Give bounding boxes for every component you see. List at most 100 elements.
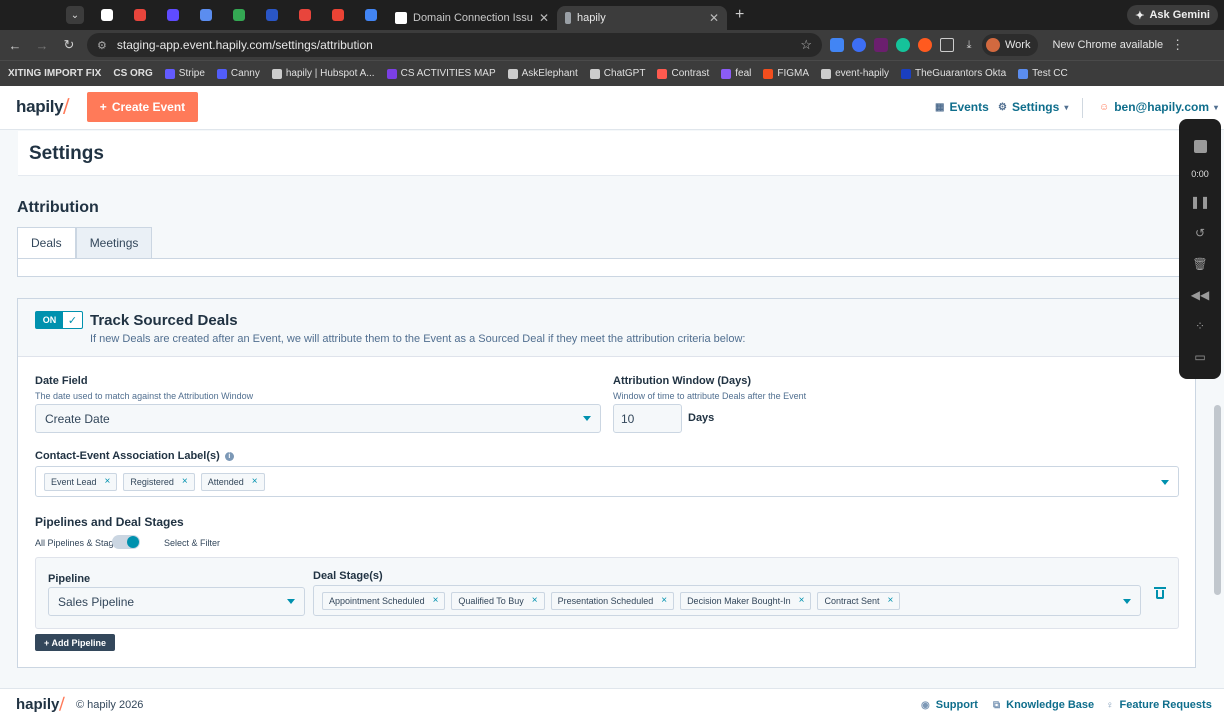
close-icon[interactable]: ✕ [709, 11, 719, 25]
address-bar[interactable]: ⚙ staging-app.event.hapily.com/settings/… [87, 33, 822, 57]
bookmark-item[interactable]: hapily | Hubspot A... [271, 68, 375, 79]
bookmark-item[interactable]: Test CC [1018, 68, 1068, 79]
pinned-tab[interactable] [255, 0, 288, 30]
pinned-tab[interactable] [90, 0, 123, 30]
sparkle-icon: ✦ [1135, 9, 1145, 22]
new-tab-button[interactable]: + [735, 6, 744, 24]
browser-tab-domain-connection[interactable]: Domain Connection Issues | F ✕ [387, 6, 557, 30]
pipeline-filter-toggle[interactable] [112, 535, 140, 549]
ask-gemini-button[interactable]: ✦ Ask Gemini [1127, 5, 1218, 25]
add-pipeline-button[interactable]: + Add Pipeline [35, 634, 115, 651]
user-menu[interactable]: ☺ ben@hapily.com ▾ [1099, 100, 1218, 114]
nav-events[interactable]: ▦ Events [935, 100, 989, 114]
restart-icon[interactable]: ↺ [1195, 217, 1205, 248]
bookmark-item[interactable]: Stripe [164, 68, 205, 79]
association-multiselect[interactable]: Event Lead × Registered × Attended × [35, 466, 1179, 497]
site-info-icon[interactable]: ⚙ [97, 39, 107, 52]
profile-chip[interactable]: Work [982, 34, 1039, 56]
trash-icon[interactable] [1154, 587, 1166, 599]
caret-down-icon [1161, 480, 1169, 485]
pinned-tab[interactable] [189, 0, 222, 30]
bookmark-label: AskElephant [521, 68, 578, 79]
page-title-bar: Settings [18, 131, 1196, 176]
extension-icon[interactable] [874, 38, 888, 52]
bookmark-item[interactable]: XITING IMPORT FIX [8, 68, 101, 79]
forward-icon[interactable]: → [30, 38, 54, 53]
bookmark-item[interactable]: feal [721, 68, 751, 79]
remove-chip-icon[interactable]: × [252, 476, 258, 487]
attribution-window-input[interactable]: 10 [613, 404, 682, 433]
more-menu-icon[interactable]: ⋮ [1171, 37, 1184, 53]
update-chrome-button[interactable]: New Chrome available [1052, 39, 1163, 51]
pinned-tab[interactable] [354, 0, 387, 30]
browser-tab-strip: ⌄ Domain Connection Issues | F ✕ hapily … [0, 0, 1224, 30]
browser-tab-hapily[interactable]: hapily ✕ [557, 6, 727, 30]
tab-search-button[interactable]: ⌄ [66, 6, 84, 24]
bookmark-item[interactable]: FIGMA [763, 68, 809, 79]
hapily-logo[interactable]: hapily⧸ [16, 97, 69, 117]
knowledge-base-label: Knowledge Base [1006, 699, 1095, 711]
bookmark-star-icon[interactable]: ☆ [800, 37, 812, 53]
bookmark-item[interactable]: CS ORG [113, 68, 152, 79]
extension-icon[interactable] [830, 38, 844, 52]
remove-chip-icon[interactable]: × [888, 595, 894, 606]
pinned-tab[interactable] [321, 0, 354, 30]
extension-icon[interactable] [918, 38, 932, 52]
tab-meetings[interactable]: Meetings [75, 227, 153, 259]
extension-icon[interactable] [896, 38, 910, 52]
date-field-select[interactable]: Create Date [35, 404, 601, 433]
nav-settings[interactable]: ⚙ Settings ▾ [998, 100, 1068, 114]
remove-chip-icon[interactable]: × [433, 595, 439, 606]
bookmark-item[interactable]: AskElephant [507, 68, 578, 79]
bookmark-icon [507, 68, 518, 79]
pinned-tab[interactable] [123, 0, 156, 30]
track-deals-toggle[interactable]: ON ✓ [35, 311, 83, 329]
pipeline-value: Sales Pipeline [58, 594, 135, 609]
pause-icon[interactable]: ❚❚ [1190, 186, 1210, 217]
pinned-tab[interactable] [288, 0, 321, 30]
reload-icon[interactable]: ↻ [57, 37, 81, 53]
remove-chip-icon[interactable]: × [182, 476, 188, 487]
close-icon[interactable]: ✕ [539, 11, 549, 25]
knowledge-base-link[interactable]: ⧉ Knowledge Base [993, 699, 1094, 711]
back-icon[interactable]: ← [3, 38, 27, 53]
info-icon[interactable]: i [224, 452, 234, 461]
feature-requests-link[interactable]: ♀ Feature Requests [1106, 699, 1212, 711]
puzzle-icon[interactable] [940, 38, 954, 52]
bookmark-label: CS ACTIVITIES MAP [400, 68, 496, 79]
bookmark-item[interactable]: CS ACTIVITIES MAP [386, 68, 496, 79]
bookmark-item[interactable]: TheGuarantors Okta [900, 68, 1006, 79]
bookmark-label: event-hapily [835, 68, 889, 79]
pinned-tab[interactable] [156, 0, 189, 30]
support-link[interactable]: ◉ Support [921, 699, 978, 711]
remove-chip-icon[interactable]: × [799, 595, 805, 606]
date-field-value: Create Date [45, 411, 110, 426]
rewind-icon[interactable]: ◀◀ [1191, 279, 1209, 310]
bookmark-icon [164, 68, 175, 79]
delete-icon[interactable]: 🗑 [1192, 248, 1207, 279]
page-scrollbar[interactable] [1214, 405, 1221, 595]
tab-title: hapily [577, 12, 606, 24]
remove-chip-icon[interactable]: × [661, 595, 667, 606]
remove-chip-icon[interactable]: × [532, 595, 538, 606]
extension-icon[interactable] [852, 38, 866, 52]
bookmark-item[interactable]: event-hapily [821, 68, 889, 79]
bookmark-item[interactable]: ChatGPT [589, 68, 645, 79]
chip-registered: Registered × [123, 472, 195, 491]
bookmark-item[interactable]: Contrast [657, 68, 709, 79]
page-title: Settings [29, 143, 104, 164]
bookmarks-bar: XITING IMPORT FIX CS ORG Stripe Canny hapily… [0, 60, 1224, 86]
create-event-button[interactable]: + Create Event [87, 92, 198, 122]
camera-icon[interactable]: ▭ [1194, 341, 1205, 372]
bookmark-icon [1018, 68, 1029, 79]
deal-stages-multiselect[interactable]: Appointment Scheduled × Qualified To Buy ×… [313, 585, 1141, 616]
drag-handle-icon[interactable]: ⁘ [1195, 310, 1205, 341]
download-icon[interactable]: ⤓ [962, 38, 976, 52]
tab-favicon [298, 9, 311, 21]
pinned-tab[interactable] [222, 0, 255, 30]
tab-deals[interactable]: Deals [17, 227, 76, 259]
bookmark-item[interactable]: Canny [216, 68, 260, 79]
stop-recording-button[interactable] [1193, 131, 1207, 162]
pipeline-select[interactable]: Sales Pipeline [48, 587, 305, 616]
remove-chip-icon[interactable]: × [105, 476, 111, 487]
